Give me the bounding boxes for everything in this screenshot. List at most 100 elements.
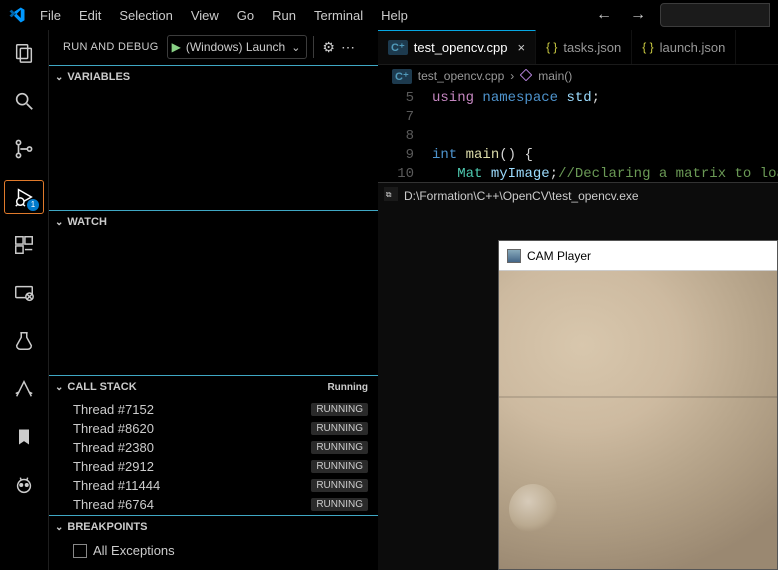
panel-title: RUN AND DEBUG xyxy=(63,41,159,53)
thread-row[interactable]: Thread #2912 RUNNING xyxy=(49,457,378,476)
thread-row[interactable]: Thread #6764 RUNNING xyxy=(49,495,378,514)
thread-state: RUNNING xyxy=(311,460,368,473)
menu-run[interactable]: Run xyxy=(264,4,304,27)
section-breakpoints-header[interactable]: ⌄ BREAKPOINTS xyxy=(49,516,378,538)
code-line[interactable]: 7 xyxy=(378,108,778,127)
thread-row[interactable]: Thread #2380 RUNNING xyxy=(49,438,378,457)
variables-body xyxy=(49,88,378,92)
activity-run-debug[interactable]: 1 xyxy=(4,180,44,214)
json-file-icon: { } xyxy=(642,40,653,54)
code-line[interactable]: 5using namespace std; xyxy=(378,89,778,108)
tab-launch-json[interactable]: { } launch.json xyxy=(632,30,736,64)
svg-text:⧉: ⧉ xyxy=(386,190,392,199)
code-editor[interactable]: 5using namespace std;789int main() {10 M… xyxy=(378,87,778,186)
activity-explorer[interactable] xyxy=(4,36,44,70)
nav-back-icon[interactable]: ← xyxy=(592,6,616,24)
activity-bar: 1 xyxy=(0,30,48,570)
menu-terminal[interactable]: Terminal xyxy=(306,4,371,27)
symbol-icon xyxy=(520,69,532,84)
activity-autopilot[interactable] xyxy=(4,372,44,406)
editor-tabs: C⁺ test_opencv.cpp × { } tasks.json { } launch… xyxy=(378,30,778,65)
menu-go[interactable]: Go xyxy=(229,4,262,27)
tab-tasks-json[interactable]: { } tasks.json xyxy=(536,30,632,64)
gear-icon[interactable]: ⚙ xyxy=(320,39,337,56)
debug-config-selector[interactable]: ▶ (Windows) Launch ⌄ xyxy=(167,35,308,59)
more-icon[interactable]: ⋯ xyxy=(337,39,359,56)
section-variables-header[interactable]: ⌄ VARIABLES xyxy=(49,66,378,88)
code-line[interactable]: 8 xyxy=(378,127,778,146)
checkbox[interactable] xyxy=(73,544,87,558)
cpp-file-icon: C⁺ xyxy=(392,69,412,84)
menu-selection[interactable]: Selection xyxy=(111,4,180,27)
activity-search[interactable] xyxy=(4,84,44,118)
breadcrumbs[interactable]: C⁺ test_opencv.cpp › main() xyxy=(378,65,778,87)
thread-name: Thread #7152 xyxy=(73,402,154,417)
thread-name: Thread #8620 xyxy=(73,421,154,436)
tab-label: launch.json xyxy=(660,40,726,55)
json-file-icon: { } xyxy=(546,40,557,54)
breadcrumb-file: test_opencv.cpp xyxy=(418,69,505,83)
run-and-debug-panel: RUN AND DEBUG ▶ (Windows) Launch ⌄ ⚙ ⋯ ⌄… xyxy=(48,30,378,570)
separator xyxy=(313,36,314,58)
menu-bar: FileEditSelectionViewGoRunTerminalHelp xyxy=(32,4,416,27)
cam-player-titlebar[interactable]: CAM Player xyxy=(499,241,777,271)
chevron-down-icon: ⌄ xyxy=(55,522,63,533)
thread-state: RUNNING xyxy=(311,498,368,511)
tab-label: test_opencv.cpp xyxy=(414,40,508,55)
activity-extensions[interactable] xyxy=(4,228,44,262)
console-title-text: D:\Formation\C++\OpenCV\test_opencv.exe xyxy=(404,189,639,203)
nav-forward-icon[interactable]: → xyxy=(626,6,650,24)
section-callstack-header[interactable]: ⌄ CALL STACK Running xyxy=(49,376,378,398)
breakpoint-row[interactable]: All Exceptions xyxy=(49,540,378,561)
chevron-down-icon[interactable]: ⌄ xyxy=(291,41,300,54)
console-window-title[interactable]: ⧉ D:\Formation\C++\OpenCV\test_opencv.ex… xyxy=(378,182,778,208)
chevron-down-icon: ⌄ xyxy=(55,382,63,393)
command-center-search[interactable] xyxy=(660,3,770,27)
cpp-file-icon: C⁺ xyxy=(388,40,408,55)
thread-name: Thread #6764 xyxy=(73,497,154,512)
thread-row[interactable]: Thread #8620 RUNNING xyxy=(49,419,378,438)
cam-title-text: CAM Player xyxy=(527,249,591,263)
activity-robot[interactable] xyxy=(4,468,44,502)
section-watch-label: WATCH xyxy=(67,216,107,228)
vscode-logo-icon xyxy=(8,6,26,24)
debug-session-badge: 1 xyxy=(27,199,39,211)
thread-name: Thread #2380 xyxy=(73,440,154,455)
callstack-body: Thread #7152RUNNINGThread #8620RUNNINGTh… xyxy=(49,398,378,515)
cam-app-icon xyxy=(507,249,521,263)
breakpoints-body: All Exceptions xyxy=(49,538,378,563)
thread-row[interactable]: Thread #7152 RUNNING xyxy=(49,400,378,419)
menu-help[interactable]: Help xyxy=(373,4,416,27)
close-icon[interactable]: × xyxy=(517,40,525,55)
menu-edit[interactable]: Edit xyxy=(71,4,109,27)
watch-body xyxy=(49,233,378,237)
activity-testing[interactable] xyxy=(4,324,44,358)
activity-remote[interactable] xyxy=(4,276,44,310)
cam-video-feed xyxy=(499,271,777,569)
chevron-down-icon: ⌄ xyxy=(55,217,63,228)
thread-row[interactable]: Thread #11444 RUNNING xyxy=(49,476,378,495)
thread-name: Thread #11444 xyxy=(73,478,160,493)
console-exe-icon: ⧉ xyxy=(384,187,398,204)
thread-state: RUNNING xyxy=(311,479,368,492)
tab-label: tasks.json xyxy=(563,40,621,55)
activity-bookmark[interactable] xyxy=(4,420,44,454)
chevron-down-icon: ⌄ xyxy=(55,72,63,83)
section-breakpoints-label: BREAKPOINTS xyxy=(67,521,147,533)
cam-player-window[interactable]: CAM Player xyxy=(498,240,778,570)
thread-state: RUNNING xyxy=(311,422,368,435)
activity-source-control[interactable] xyxy=(4,132,44,166)
menu-view[interactable]: View xyxy=(183,4,227,27)
section-variables-label: VARIABLES xyxy=(67,71,130,83)
section-watch-header[interactable]: ⌄ WATCH xyxy=(49,211,378,233)
chevron-right-icon: › xyxy=(510,69,514,83)
tab-test_opencv-cpp[interactable]: C⁺ test_opencv.cpp × xyxy=(378,30,536,64)
thread-name: Thread #2912 xyxy=(73,459,154,474)
thread-state: RUNNING xyxy=(311,441,368,454)
menu-file[interactable]: File xyxy=(32,4,69,27)
breakpoint-label: All Exceptions xyxy=(93,543,175,558)
start-debug-icon[interactable]: ▶ xyxy=(172,40,181,54)
debug-config-name: (Windows) Launch xyxy=(186,40,285,54)
code-line[interactable]: 9int main() { xyxy=(378,146,778,165)
thread-state: RUNNING xyxy=(311,403,368,416)
